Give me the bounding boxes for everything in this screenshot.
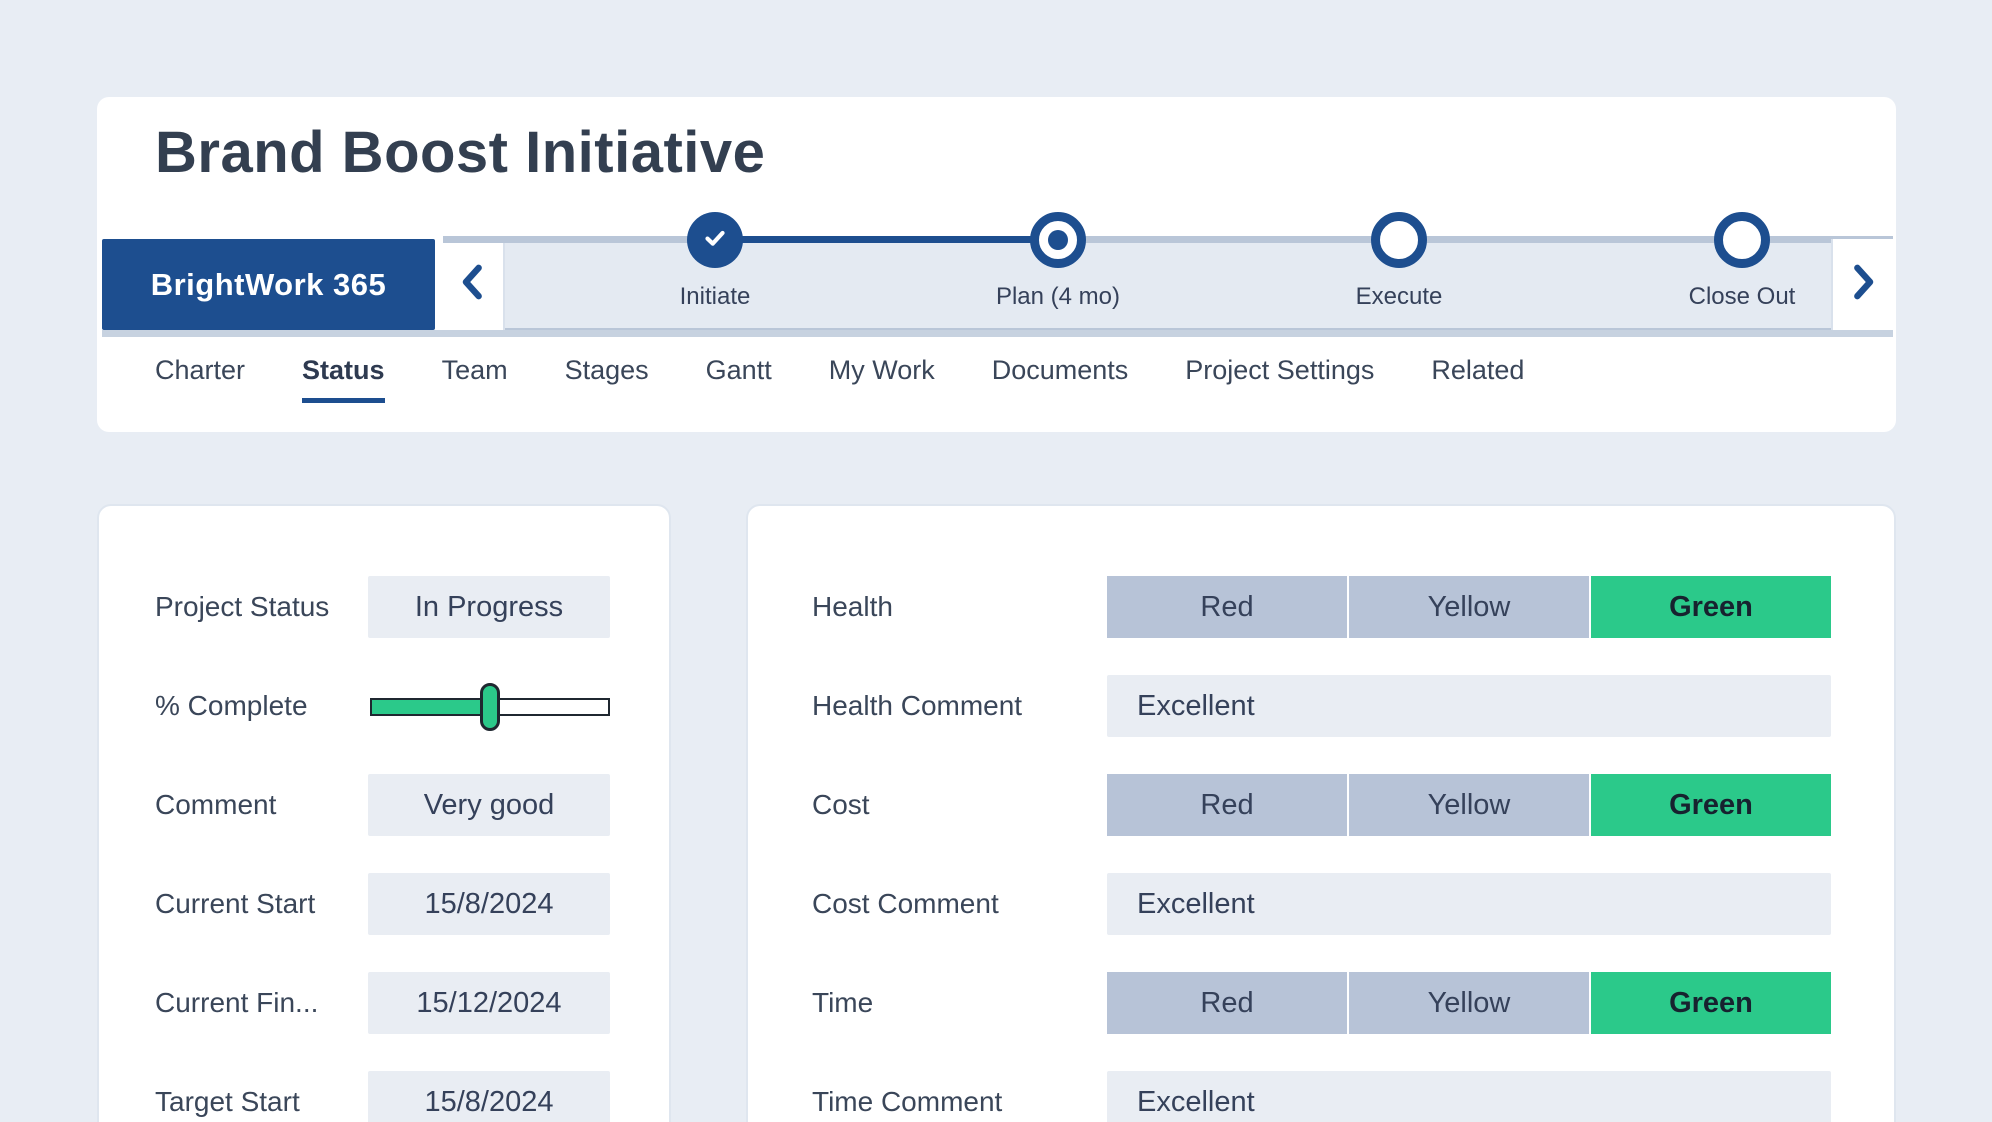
next-stage-button[interactable] — [1831, 239, 1893, 330]
stage-area: InitiatePlan (4 mo)ExecuteClose Out — [505, 241, 1831, 328]
chevron-left-icon — [456, 262, 490, 307]
tab-bar: Charter Status Team Stages Gantt My Work Docum… — [155, 355, 1524, 403]
health-comment-input[interactable]: Excellent — [1107, 675, 1831, 737]
tab-status[interactable]: Status — [302, 355, 385, 403]
cost-option-green[interactable]: Green — [1591, 774, 1831, 836]
field-row-project-status: Project Status In Progress — [99, 576, 669, 638]
stage-circle-current — [1030, 212, 1086, 268]
stage-label: Close Out — [1632, 283, 1852, 311]
tab-stages[interactable]: Stages — [565, 355, 649, 403]
tab-gantt[interactable]: Gantt — [706, 355, 772, 403]
field-label: Cost — [812, 774, 870, 836]
health-metrics-panel: HealthRedYellowGreenHealth CommentExcell… — [746, 504, 1896, 1122]
page-title: Brand Boost Initiative — [155, 119, 765, 186]
field-control: Excellent — [1107, 873, 1831, 935]
field-row-health: Health RedYellowGreen — [748, 576, 1894, 638]
health-option-red[interactable]: Red — [1107, 576, 1347, 638]
tab-project-settings[interactable]: Project Settings — [1185, 355, 1374, 403]
field-label: Time Comment — [812, 1071, 1002, 1122]
chevron-right-icon — [1846, 262, 1880, 307]
time-comment-input[interactable]: Excellent — [1107, 1071, 1831, 1122]
check-icon — [700, 223, 730, 258]
field-control: Excellent — [1107, 1071, 1831, 1122]
field-label: Current Start — [155, 873, 315, 935]
health-option-yellow[interactable]: Yellow — [1349, 576, 1589, 638]
cost-option-red[interactable]: Red — [1107, 774, 1347, 836]
field-control: RedYellowGreen — [1107, 576, 1831, 638]
tab-charter[interactable]: Charter — [155, 355, 245, 403]
tab-my-work[interactable]: My Work — [829, 355, 935, 403]
slider-fill — [372, 700, 490, 714]
stage-step-initiate[interactable]: Initiate — [605, 212, 825, 311]
project-status-value[interactable]: In Progress — [368, 576, 610, 638]
cost-comment-input[interactable]: Excellent — [1107, 873, 1831, 935]
health-choice: RedYellowGreen — [1107, 576, 1831, 638]
field-row-current-fin: Current Fin... 15/12/2024 — [99, 972, 669, 1034]
field-label: Target Start — [155, 1071, 300, 1122]
stage-circle-upcoming — [1714, 212, 1770, 268]
percent-complete-slider[interactable] — [370, 698, 610, 716]
tab-documents[interactable]: Documents — [992, 355, 1129, 403]
stage-label: Plan (4 mo) — [948, 283, 1168, 311]
stage-tracker-bar: Initiate Plan (4 mo) Execute Close Out — [443, 239, 1893, 330]
field-row-time-comment: Time Comment Excellent — [748, 1071, 1894, 1122]
tab-team[interactable]: Team — [442, 355, 508, 403]
page: Brand Boost Initiative BrightWork 365 In… — [0, 0, 1992, 1122]
current-fin-value[interactable]: 15/12/2024 — [368, 972, 610, 1034]
field-row-health-comment: Health Comment Excellent — [748, 675, 1894, 737]
field-control: RedYellowGreen — [1107, 972, 1831, 1034]
slider-thumb[interactable] — [480, 683, 500, 731]
field-row-complete: % Complete — [99, 675, 669, 737]
time-option-red[interactable]: Red — [1107, 972, 1347, 1034]
field-label: Project Status — [155, 576, 329, 638]
project-header-card: Brand Boost Initiative BrightWork 365 In… — [97, 97, 1896, 432]
field-row-target-start: Target Start 15/8/2024 — [99, 1071, 669, 1122]
field-label: Current Fin... — [155, 972, 318, 1034]
tab-related[interactable]: Related — [1431, 355, 1524, 403]
stage-tracker: BrightWork 365 Initiate Plan (4 mo) Execut… — [102, 239, 1893, 330]
health-option-green[interactable]: Green — [1591, 576, 1831, 638]
field-control: Excellent — [1107, 675, 1831, 737]
time-option-yellow[interactable]: Yellow — [1349, 972, 1589, 1034]
stage-circle-upcoming — [1371, 212, 1427, 268]
project-status-panel: Project Status In Progress % Complete Comme… — [97, 504, 671, 1122]
comment-value[interactable]: Very good — [368, 774, 610, 836]
field-row-time: Time RedYellowGreen — [748, 972, 1894, 1034]
field-row-cost-comment: Cost Comment Excellent — [748, 873, 1894, 935]
field-label: Time — [812, 972, 873, 1034]
brightwork-365-badge: BrightWork 365 — [102, 239, 435, 330]
field-control: RedYellowGreen — [1107, 774, 1831, 836]
stage-label: Initiate — [605, 283, 825, 311]
stage-label: Execute — [1289, 283, 1509, 311]
field-row-comment: Comment Very good — [99, 774, 669, 836]
field-row-current-start: Current Start 15/8/2024 — [99, 873, 669, 935]
field-label: Health Comment — [812, 675, 1022, 737]
time-option-green[interactable]: Green — [1591, 972, 1831, 1034]
field-label: Comment — [155, 774, 276, 836]
stage-circle-complete — [687, 212, 743, 268]
field-label: % Complete — [155, 675, 308, 737]
stage-step-plan-4-mo[interactable]: Plan (4 mo) — [948, 212, 1168, 311]
field-row-cost: Cost RedYellowGreen — [748, 774, 1894, 836]
cost-choice: RedYellowGreen — [1107, 774, 1831, 836]
stage-step-execute[interactable]: Execute — [1289, 212, 1509, 311]
current-start-value[interactable]: 15/8/2024 — [368, 873, 610, 935]
field-label: Cost Comment — [812, 873, 999, 935]
cost-option-yellow[interactable]: Yellow — [1349, 774, 1589, 836]
stage-step-close-out[interactable]: Close Out — [1632, 212, 1852, 311]
time-choice: RedYellowGreen — [1107, 972, 1831, 1034]
field-label: Health — [812, 576, 893, 638]
target-start-value[interactable]: 15/8/2024 — [368, 1071, 610, 1122]
previous-stage-button[interactable] — [443, 239, 505, 330]
